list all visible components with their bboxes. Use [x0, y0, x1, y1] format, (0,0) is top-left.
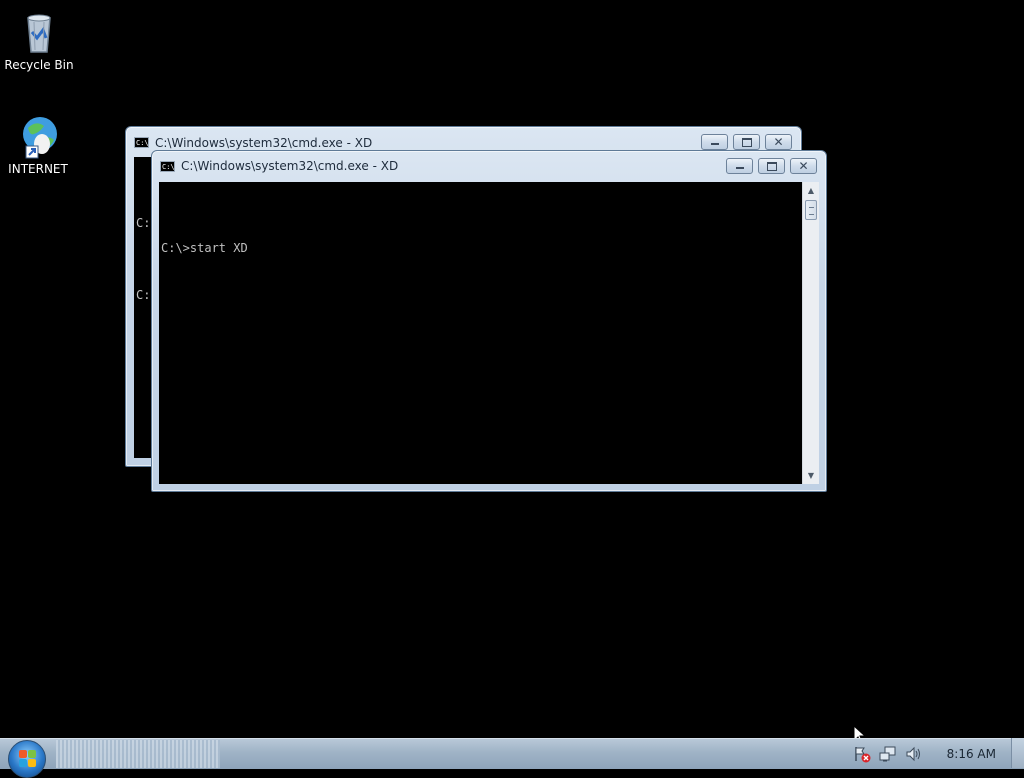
volume-icon[interactable] [905, 745, 923, 763]
close-icon: ✕ [773, 135, 784, 149]
window-title: C:\Windows\system32\cmd.exe - XD [181, 159, 399, 173]
internet-label: INTERNET [8, 162, 68, 176]
close-icon: ✕ [798, 159, 809, 173]
internet-shortcut[interactable]: INTERNET [0, 112, 76, 176]
cmd-icon: C:\ [160, 161, 175, 172]
start-button[interactable] [8, 740, 46, 778]
minimize-button[interactable] [701, 134, 728, 150]
console-line: C:\>start XD [161, 241, 248, 255]
recycle-bin-shortcut[interactable]: Recycle Bin [1, 8, 77, 72]
maximize-button[interactable] [758, 158, 785, 174]
title-bar[interactable]: C:\ C:\Windows\system32\cmd.exe - XD ✕ [152, 151, 826, 179]
scroll-thumb[interactable] [805, 200, 817, 220]
taskbar-buttons[interactable] [56, 740, 220, 768]
windows-logo-icon [19, 750, 37, 768]
recycle-bin-label: Recycle Bin [4, 58, 74, 72]
maximize-icon [734, 135, 759, 149]
desktop: Recycle Bin INTERNET C:\ C:\Windows\syst… [0, 0, 1024, 745]
close-button[interactable]: ✕ [765, 134, 792, 150]
close-button[interactable]: ✕ [790, 158, 817, 174]
window-title: C:\Windows\system32\cmd.exe - XD [155, 136, 373, 150]
cmd-icon: C:\ [134, 137, 149, 148]
console-area[interactable]: C:\>start XD ▲ ▼ [159, 182, 819, 484]
minimize-button[interactable] [726, 158, 753, 174]
action-center-flag-icon[interactable] [853, 745, 871, 763]
network-icon[interactable] [879, 745, 897, 763]
taskbar-clock[interactable]: 8:16 AM [947, 747, 996, 761]
internet-globe-icon [14, 112, 62, 160]
scroll-down-arrow-icon[interactable]: ▼ [803, 467, 819, 484]
minimize-icon [702, 135, 727, 149]
maximize-icon [759, 159, 784, 173]
maximize-button[interactable] [733, 134, 760, 150]
system-tray: 8:16 AM [853, 742, 1010, 766]
show-desktop-button[interactable] [1011, 738, 1024, 768]
cmd-window-active[interactable]: C:\ C:\Windows\system32\cmd.exe - XD ✕ C… [151, 150, 827, 492]
scroll-up-arrow-icon[interactable]: ▲ [803, 182, 819, 199]
vertical-scrollbar[interactable]: ▲ ▼ [802, 182, 819, 484]
recycle-bin-icon [15, 8, 63, 56]
minimize-icon [727, 159, 752, 173]
